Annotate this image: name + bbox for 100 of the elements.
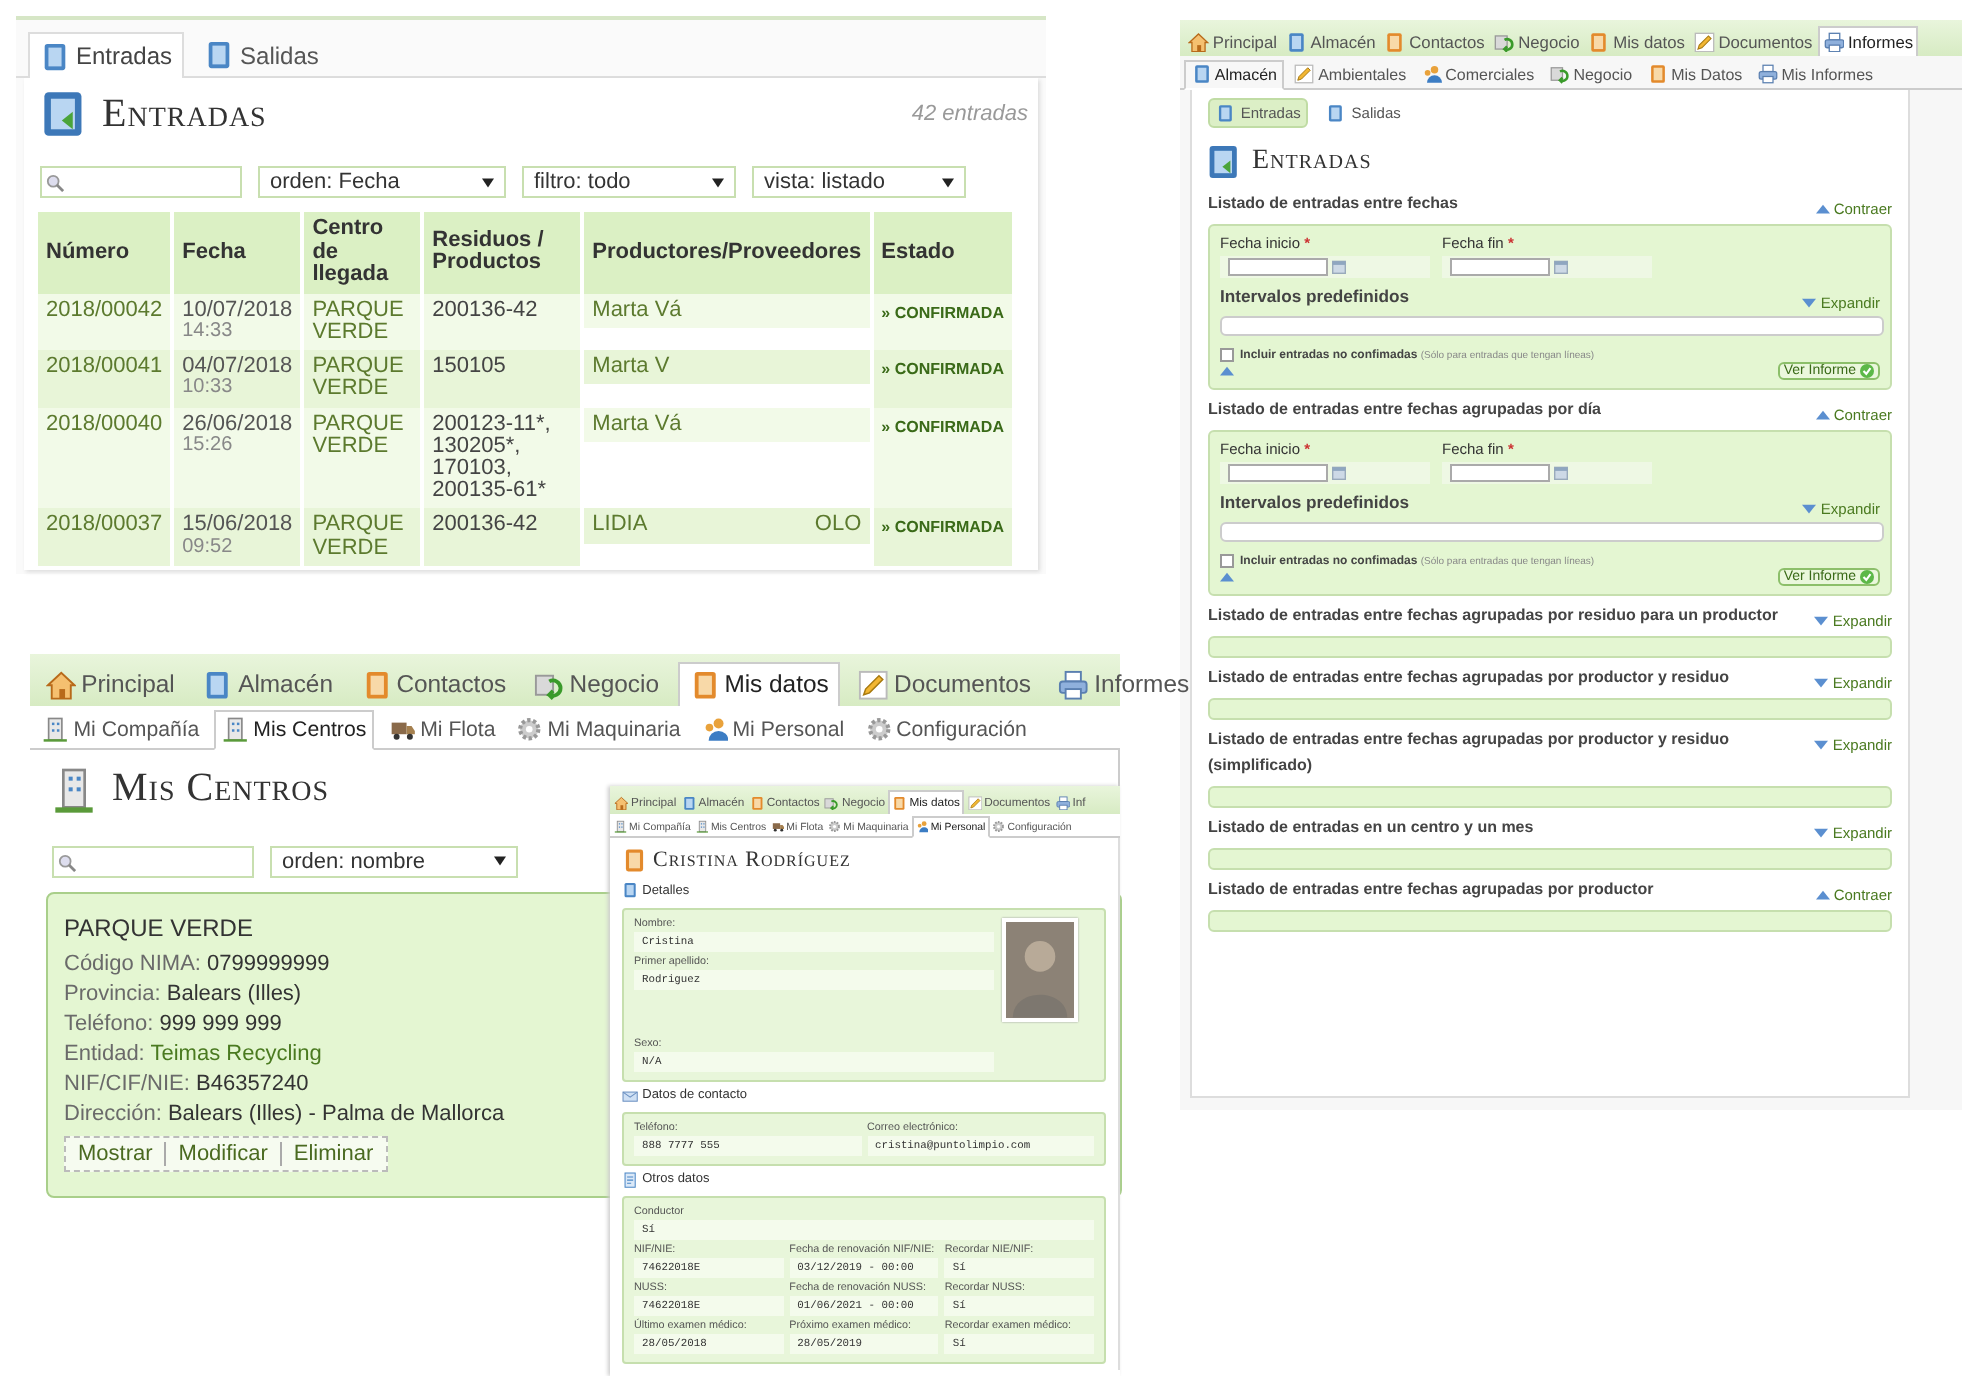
sub-tab[interactable]: Ambientales (1290, 61, 1411, 88)
status-link[interactable]: » CONFIRMADA (873, 508, 1012, 566)
calendar-icon[interactable] (1332, 466, 1346, 481)
report-title: Listado de entradas entre fechas agrupadas por productor y residuo (1208, 666, 1730, 691)
center-detail: Código NIMA: 0799999999 (64, 951, 330, 976)
document-icon (622, 1171, 639, 1188)
book-icon (202, 669, 234, 700)
calendar-icon[interactable] (1554, 260, 1568, 275)
status-link[interactable]: » CONFIRMADA (873, 293, 1012, 351)
caret-icon (482, 177, 494, 187)
action-link[interactable]: Modificar (164, 1141, 280, 1166)
sub-tab[interactable]: Mi Compañía (36, 712, 206, 748)
nav-tab[interactable]: Contactos (1381, 27, 1488, 57)
person-icon (701, 716, 729, 743)
date-text: 15/06/2018 (182, 514, 293, 538)
sub-tab[interactable]: Mi Maquinaria (510, 712, 687, 748)
field-label: Intervalos predefinidos (1220, 286, 1410, 311)
nav-tab[interactable]: Informes (1050, 663, 1198, 706)
collapse-arrow-icon[interactable] (1220, 572, 1234, 583)
column-header: Número (38, 212, 171, 294)
sub-tab[interactable]: Mis Datos (1643, 61, 1748, 88)
table-cell: 200136-42 (424, 508, 581, 566)
status-link[interactable]: » CONFIRMADA (873, 407, 1012, 509)
search-icon (46, 174, 64, 192)
sub-tab[interactable]: Negocio (1545, 61, 1637, 88)
column-header: Productores/Proveedores (584, 212, 870, 294)
filter-dropdown[interactable]: vista: listado (752, 166, 966, 198)
house-icon (614, 796, 629, 811)
nav-tab[interactable]: Principal (37, 663, 184, 706)
nav-tab[interactable]: Mis datos (678, 661, 840, 706)
date-field[interactable] (1228, 258, 1328, 277)
nav-tab[interactable]: Principal (1185, 27, 1281, 57)
report-title: Listado de entradas entre fechas agrupadas por día (1208, 398, 1601, 423)
book-icon (749, 796, 765, 811)
date-field[interactable] (1450, 464, 1550, 483)
nav-tab[interactable]: Almacén (1282, 27, 1380, 57)
checkbox[interactable] (1220, 554, 1234, 569)
filter-dropdown[interactable]: orden: Fecha (258, 166, 506, 198)
action-link[interactable]: Eliminar (279, 1141, 386, 1166)
tab[interactable]: Entradas (28, 32, 185, 78)
page-title: Entradas (102, 91, 269, 137)
nav-tab[interactable]: Contactos (352, 663, 515, 706)
building-icon (52, 765, 96, 814)
book-icon (361, 669, 392, 700)
producer-text: Marta Vá (592, 413, 682, 436)
table-cell: 200136-42 (424, 293, 581, 351)
triangle-icon (1815, 410, 1830, 421)
nav-tab[interactable]: Informes (1818, 25, 1919, 57)
calendar-icon[interactable] (1332, 260, 1346, 275)
calendar-icon[interactable] (1554, 466, 1568, 481)
nav-tab[interactable]: Negocio (525, 663, 668, 706)
sub-tab[interactable]: Configuración (859, 712, 1034, 748)
nav-tab[interactable]: Negocio (1490, 27, 1583, 57)
table-cell: PARQUE VERDE (304, 407, 421, 509)
interval-field[interactable] (1220, 522, 1884, 543)
search-field[interactable] (52, 845, 254, 878)
report-title: Listado de entradas en un centro y un mes (1208, 815, 1534, 840)
gear-icon (865, 716, 892, 743)
envelope-icon (622, 1087, 639, 1104)
triangle-icon (1814, 616, 1829, 627)
triangle-icon (1815, 889, 1830, 900)
center-detail: Provincia: Balears (Illes) (64, 981, 302, 1006)
sub-tab[interactable]: Mi Flota (383, 712, 502, 748)
sort-dropdown[interactable]: orden: nombre (270, 845, 518, 878)
triangle-icon (1802, 298, 1817, 309)
table-cell: 150105 (424, 350, 581, 408)
nav-tab[interactable]: Almacén (194, 663, 342, 706)
book-icon (689, 669, 720, 700)
building-icon (695, 820, 709, 834)
book-icon (1191, 64, 1212, 85)
sub-tab[interactable]: Mi Personal (695, 712, 851, 748)
nav-tab[interactable]: Mis datos (1585, 27, 1689, 57)
status-link[interactable]: » CONFIRMADA (873, 350, 1012, 408)
nav-tab[interactable]: Documentos (850, 663, 1040, 706)
person-icon (1422, 64, 1443, 85)
page-title: Entradas (1252, 146, 1372, 179)
caret-icon (494, 856, 506, 867)
action-link[interactable]: Mostrar (66, 1141, 165, 1166)
collapse-arrow-icon[interactable] (1220, 366, 1234, 377)
tab[interactable]: Salidas (192, 32, 331, 76)
table-cell: PARQUE VERDE (304, 293, 421, 351)
nav-tab[interactable]: Documentos (1690, 27, 1816, 57)
date-text: 04/07/2018 (182, 356, 293, 379)
date-field[interactable] (1228, 464, 1328, 483)
time-text: 09:52 (182, 537, 235, 558)
date-field[interactable] (1450, 258, 1550, 277)
triangle-icon (1814, 678, 1829, 689)
report-title: Listado de entradas entre fechas (1208, 192, 1458, 217)
table-cell: 2018/00037 (38, 508, 171, 566)
pencil-icon (1294, 64, 1315, 85)
caret-icon (942, 177, 954, 187)
interval-field[interactable] (1220, 316, 1884, 337)
search-field[interactable] (40, 166, 242, 198)
table-cell: 2018/00040 (38, 407, 171, 509)
checkbox[interactable] (1220, 348, 1234, 363)
filter-dropdown[interactable]: filtro: todo (522, 166, 736, 198)
sub-tab[interactable]: Mis Centros (214, 710, 375, 750)
sub-tab[interactable]: Mis Informes (1753, 61, 1878, 88)
triangle-icon (1802, 504, 1817, 515)
sub-tab[interactable]: Comerciales (1417, 61, 1540, 88)
